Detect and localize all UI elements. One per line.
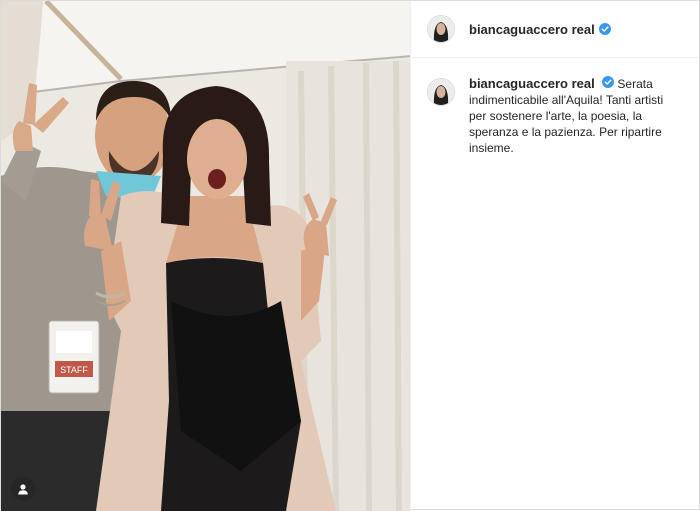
user-tag-icon xyxy=(18,484,28,495)
badge-text: STAFF xyxy=(60,365,88,375)
avatar-icon xyxy=(428,79,454,105)
avatar-icon xyxy=(428,16,454,42)
caption-avatar[interactable] xyxy=(427,78,455,106)
username-link[interactable]: biancaguaccero real xyxy=(469,22,595,37)
post-caption: biancaguaccero real Serata indimenticabi… xyxy=(411,58,699,156)
post-sidebar: biancaguaccero real biancaguaccero real xyxy=(410,1,699,511)
photo-illustration: STAFF xyxy=(1,1,410,511)
post-header: biancaguaccero real xyxy=(411,1,699,58)
caption-username-link[interactable]: biancaguaccero real xyxy=(469,76,595,91)
verified-badge-icon xyxy=(598,23,611,35)
user-tag-button[interactable] xyxy=(11,477,35,501)
profile-avatar[interactable] xyxy=(427,15,455,43)
instagram-post: STAFF biancaguaccero real biancaguaccero… xyxy=(0,0,700,511)
caption-text: biancaguaccero real Serata indimenticabi… xyxy=(469,76,683,156)
post-image[interactable]: STAFF xyxy=(1,1,410,511)
verified-badge-icon xyxy=(602,76,615,88)
